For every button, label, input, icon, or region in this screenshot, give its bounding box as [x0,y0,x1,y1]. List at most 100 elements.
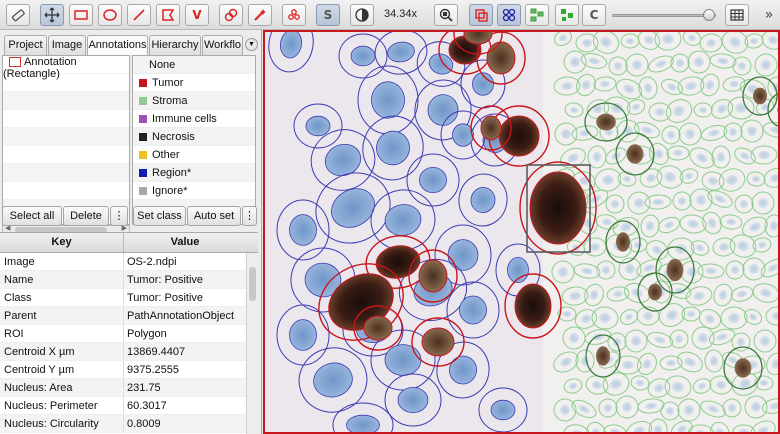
list-item[interactable]: Annotation (Rectangle) [3,56,129,80]
measure-icon [11,9,25,22]
tumor-cell-nucleus [514,283,552,329]
show-names-button[interactable]: C [582,4,606,26]
zoom-slider-thumb[interactable] [703,9,715,21]
brightness-contrast-button[interactable] [350,4,374,26]
fill-annotations-icon [475,9,488,22]
table-key-cell: Nucleus: Perimeter [0,397,124,414]
table-row[interactable]: Parent PathAnnotationObject [0,307,258,325]
polygon-tool-button[interactable] [156,4,180,26]
table-value-cell: PathAnnotationObject [127,310,235,322]
show-annotations-button[interactable]: S [316,4,340,26]
class-color-swatch [139,133,147,142]
ellipse-tool-button[interactable] [98,4,122,26]
tab-workflow[interactable]: Workflo [202,35,243,55]
table-row[interactable]: Nucleus: Area 231.75 [0,379,258,397]
table-value-cell: Tumor: Positive [127,274,204,286]
class-item-none[interactable]: None [133,56,255,74]
class-item-region[interactable]: Region* [133,164,255,182]
auto-set-button[interactable]: Auto set [187,206,241,226]
table-vscrollbar[interactable] [246,253,258,434]
column-header-value[interactable]: Value [124,233,246,252]
negative-cell-nucleus [289,319,317,351]
negative-cell-nucleus [397,386,429,413]
table-key-cell: Name [0,271,124,288]
points-tool-button[interactable] [282,4,306,26]
cell-boundaries-button[interactable] [555,4,579,26]
class-item-stroma[interactable]: Stroma [133,92,255,110]
table-row[interactable]: Centroid X µm 13869.4407 [0,343,258,361]
class-item-other[interactable]: Other [133,146,255,164]
analysis-panel: Project Image Annotations Hierarchy Work… [0,30,262,434]
chevron-down-icon: ▼ [248,41,255,48]
rectangle-tool-button[interactable] [69,4,93,26]
tab-menu-button[interactable]: ▼ [245,38,258,51]
class-more-button[interactable]: ⋮ [242,206,257,226]
zoom-to-fit-button[interactable] [434,4,458,26]
column-header-key[interactable]: Key [0,233,124,252]
empty-row [3,110,129,128]
empty-row [3,92,129,110]
select-all-button[interactable]: Select all [2,206,62,226]
annotation-list[interactable]: Annotation (Rectangle) [2,55,130,225]
table-row[interactable]: Nucleus: Circularity 0.8009 [0,415,258,433]
stroma-cell-nucleus [673,149,683,157]
table-value-cell: 60.3017 [127,400,167,412]
negative-cell-nucleus [490,399,516,421]
class-item-immune-cells[interactable]: Immune cells [133,110,255,128]
tab-annotations[interactable]: Annotations [87,35,148,55]
class-item-necrosis[interactable]: Necrosis [133,128,255,146]
table-row[interactable]: Image OS-2.ndpi [0,253,258,271]
stroma-cell-dark-nucleus [753,87,767,105]
brush-icon [224,8,238,22]
measure-tool-button[interactable] [6,4,30,26]
brush-tool-button[interactable] [219,4,243,26]
scrollbar-thumb[interactable] [249,267,256,301]
set-class-button[interactable]: Set class [133,206,186,226]
class-label: Ignore* [152,185,188,197]
polyline-tool-button[interactable]: V [185,4,209,26]
tma-grid-button[interactable] [525,4,549,26]
table-header: Key Value [0,233,258,253]
show-detections-button[interactable] [497,4,521,26]
polygon-icon [162,9,175,21]
table-row[interactable]: Centroid Y µm 9375.2555 [0,361,258,379]
stroma-cell-dark-nucleus [666,258,684,282]
class-list[interactable]: None Tumor Stroma Immune cells Necrosis … [132,55,256,225]
delete-button[interactable]: Delete [63,206,109,226]
table-row[interactable]: Nucleus: Perimeter 60.3017 [0,397,258,415]
table-key-cell: Class [0,289,124,306]
table-value-cell: 9375.2555 [127,364,179,376]
show-detections-icon [502,8,516,22]
move-icon [44,7,60,23]
tab-project[interactable]: Project [4,35,47,55]
zoom-slider-track [612,14,716,17]
grid-button[interactable] [725,4,749,26]
stroma-cell-nucleus [686,310,696,318]
tab-image[interactable]: Image [48,35,86,55]
empty-row [3,128,129,146]
negative-cell-nucleus [305,115,331,137]
table-row[interactable]: ROI Polygon [0,325,258,343]
annotation-more-button[interactable]: ⋮ [110,206,128,226]
slide-canvas[interactable] [263,30,780,434]
class-color-swatch [139,97,147,106]
table-row[interactable]: Class Tumor: Positive [0,289,258,307]
contrast-icon [355,8,369,22]
table-body: Image OS-2.ndpi Name Tumor: Positive Class Tu… [0,253,258,433]
expand-toolbar-button[interactable]: » [760,4,778,26]
wand-tool-button[interactable] [248,4,272,26]
move-tool-button[interactable] [40,4,64,26]
line-tool-button[interactable] [127,4,151,26]
tab-hierarchy[interactable]: Hierarchy [149,35,201,55]
stroma-cell-dark-nucleus [596,346,610,366]
zoom-slider[interactable] [612,9,716,21]
fill-annotations-button[interactable] [469,4,493,26]
cell-boundaries-icon [561,9,573,21]
measurement-table[interactable]: Key Value Image OS-2.ndpi Name Tumor: Posit… [0,232,258,434]
class-label: Other [152,149,180,161]
class-item-tumor[interactable]: Tumor [133,74,255,92]
table-key-cell: Nucleus: Area [0,379,124,396]
image-viewer[interactable] [263,30,780,434]
class-item-ignore[interactable]: Ignore* [133,182,255,200]
table-row[interactable]: Name Tumor: Positive [0,271,258,289]
